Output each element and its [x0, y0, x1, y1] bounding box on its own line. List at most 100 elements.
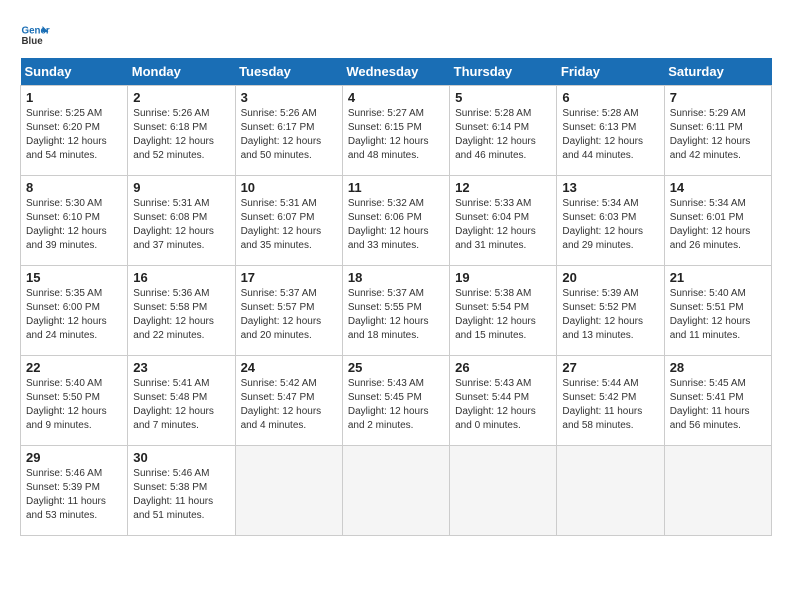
calendar-cell: 19 Sunrise: 5:38 AM Sunset: 5:54 PM Dayli…: [450, 266, 557, 356]
calendar-cell: 6 Sunrise: 5:28 AM Sunset: 6:13 PM Daylig…: [557, 86, 664, 176]
day-number: 8: [26, 180, 122, 195]
day-header-thursday: Thursday: [450, 58, 557, 86]
calendar-cell: 18 Sunrise: 5:37 AM Sunset: 5:55 PM Dayli…: [342, 266, 449, 356]
day-number: 10: [241, 180, 337, 195]
calendar-cell: [557, 446, 664, 536]
calendar-cell: 24Sunrise: 5:42 AM Sunset: 5:47 PM Dayli…: [235, 356, 342, 446]
day-number: 27: [562, 360, 658, 375]
day-info: Sunrise: 5:41 AM Sunset: 5:48 PM Dayligh…: [133, 377, 229, 433]
day-number: 28: [670, 360, 766, 375]
day-number: 26: [455, 360, 551, 375]
day-number: 23: [133, 360, 229, 375]
day-info: Sunrise: 5:37 AM Sunset: 5:55 PM Dayligh…: [348, 287, 444, 343]
day-info: Sunrise: 5:33 AM Sunset: 6:04 PM Dayligh…: [455, 197, 551, 253]
logo-icon: General Blue: [20, 20, 50, 50]
day-info: Sunrise: 5:34 AM Sunset: 6:01 PM Dayligh…: [670, 197, 766, 253]
calendar-cell: 30 Sunrise: 5:46 AM Sunset: 5:38 PM Dayli…: [128, 446, 235, 536]
calendar-cell: 11 Sunrise: 5:32 AM Sunset: 6:06 PM Dayli…: [342, 176, 449, 266]
day-number: 21: [670, 270, 766, 285]
day-number: 15: [26, 270, 122, 285]
day-info: Sunrise: 5:31 AM Sunset: 6:08 PM Dayligh…: [133, 197, 229, 253]
calendar-cell: 5Sunrise: 5:28 AM Sunset: 6:14 PM Daylig…: [450, 86, 557, 176]
calendar-week-4: 22 Sunrise: 5:40 AM Sunset: 5:50 PM Dayli…: [21, 356, 772, 446]
calendar-cell: 15 Sunrise: 5:35 AM Sunset: 6:00 PM Dayli…: [21, 266, 128, 356]
calendar-cell: 9 Sunrise: 5:31 AM Sunset: 6:08 PM Daylig…: [128, 176, 235, 266]
day-info: Sunrise: 5:39 AM Sunset: 5:52 PM Dayligh…: [562, 287, 658, 343]
day-info: Sunrise: 5:36 AM Sunset: 5:58 PM Dayligh…: [133, 287, 229, 343]
day-info: Sunrise: 5:26 AM Sunset: 6:18 PM Dayligh…: [133, 107, 229, 163]
calendar-cell: [664, 446, 771, 536]
day-header-wednesday: Wednesday: [342, 58, 449, 86]
day-info: Sunrise: 5:45 AM Sunset: 5:41 PM Dayligh…: [670, 377, 766, 433]
calendar-header-row: SundayMondayTuesdayWednesdayThursdayFrid…: [21, 58, 772, 86]
calendar-cell: 10 Sunrise: 5:31 AM Sunset: 6:07 PM Dayli…: [235, 176, 342, 266]
calendar-cell: 20 Sunrise: 5:39 AM Sunset: 5:52 PM Dayli…: [557, 266, 664, 356]
calendar-cell: 26 Sunrise: 5:43 AM Sunset: 5:44 PM Dayli…: [450, 356, 557, 446]
day-number: 4: [348, 90, 444, 105]
calendar-cell: 12 Sunrise: 5:33 AM Sunset: 6:04 PM Dayli…: [450, 176, 557, 266]
day-info: Sunrise: 5:34 AM Sunset: 6:03 PM Dayligh…: [562, 197, 658, 253]
calendar-body: 1 Sunrise: 5:25 AM Sunset: 6:20 PM Daylig…: [21, 86, 772, 536]
calendar-week-1: 1 Sunrise: 5:25 AM Sunset: 6:20 PM Daylig…: [21, 86, 772, 176]
day-header-tuesday: Tuesday: [235, 58, 342, 86]
day-info: Sunrise: 5:43 AM Sunset: 5:45 PM Dayligh…: [348, 377, 444, 433]
svg-text:Blue: Blue: [22, 36, 44, 47]
day-number: 13: [562, 180, 658, 195]
day-number: 17: [241, 270, 337, 285]
day-number: 30: [133, 450, 229, 465]
day-header-monday: Monday: [128, 58, 235, 86]
day-number: 18: [348, 270, 444, 285]
day-info: Sunrise: 5:28 AM Sunset: 6:14 PM Dayligh…: [455, 107, 551, 163]
day-header-saturday: Saturday: [664, 58, 771, 86]
day-number: 7: [670, 90, 766, 105]
calendar-week-2: 8 Sunrise: 5:30 AM Sunset: 6:10 PM Daylig…: [21, 176, 772, 266]
day-number: 2: [133, 90, 229, 105]
day-info: Sunrise: 5:46 AM Sunset: 5:39 PM Dayligh…: [26, 467, 122, 523]
day-number: 25: [348, 360, 444, 375]
day-number: 24: [241, 360, 337, 375]
day-info: Sunrise: 5:30 AM Sunset: 6:10 PM Dayligh…: [26, 197, 122, 253]
day-info: Sunrise: 5:25 AM Sunset: 6:20 PM Dayligh…: [26, 107, 122, 163]
day-info: Sunrise: 5:28 AM Sunset: 6:13 PM Dayligh…: [562, 107, 658, 163]
calendar-cell: 17Sunrise: 5:37 AM Sunset: 5:57 PM Dayli…: [235, 266, 342, 356]
day-number: 11: [348, 180, 444, 195]
calendar-cell: 8 Sunrise: 5:30 AM Sunset: 6:10 PM Daylig…: [21, 176, 128, 266]
calendar-week-5: 29Sunrise: 5:46 AM Sunset: 5:39 PM Dayli…: [21, 446, 772, 536]
day-info: Sunrise: 5:43 AM Sunset: 5:44 PM Dayligh…: [455, 377, 551, 433]
day-number: 1: [26, 90, 122, 105]
day-number: 12: [455, 180, 551, 195]
calendar-cell: 28 Sunrise: 5:45 AM Sunset: 5:41 PM Dayli…: [664, 356, 771, 446]
calendar-cell: 23 Sunrise: 5:41 AM Sunset: 5:48 PM Dayli…: [128, 356, 235, 446]
day-info: Sunrise: 5:38 AM Sunset: 5:54 PM Dayligh…: [455, 287, 551, 343]
day-header-friday: Friday: [557, 58, 664, 86]
day-info: Sunrise: 5:32 AM Sunset: 6:06 PM Dayligh…: [348, 197, 444, 253]
day-number: 20: [562, 270, 658, 285]
day-number: 19: [455, 270, 551, 285]
calendar-cell: 3 Sunrise: 5:26 AM Sunset: 6:17 PM Daylig…: [235, 86, 342, 176]
calendar-cell: 29Sunrise: 5:46 AM Sunset: 5:39 PM Dayli…: [21, 446, 128, 536]
calendar-cell: 14Sunrise: 5:34 AM Sunset: 6:01 PM Dayli…: [664, 176, 771, 266]
day-number: 22: [26, 360, 122, 375]
calendar-cell: 1 Sunrise: 5:25 AM Sunset: 6:20 PM Daylig…: [21, 86, 128, 176]
calendar-cell: 2 Sunrise: 5:26 AM Sunset: 6:18 PM Daylig…: [128, 86, 235, 176]
day-number: 9: [133, 180, 229, 195]
day-info: Sunrise: 5:35 AM Sunset: 6:00 PM Dayligh…: [26, 287, 122, 343]
calendar-cell: 22 Sunrise: 5:40 AM Sunset: 5:50 PM Dayli…: [21, 356, 128, 446]
calendar-cell: 7Sunrise: 5:29 AM Sunset: 6:11 PM Daylig…: [664, 86, 771, 176]
calendar-cell: 25 Sunrise: 5:43 AM Sunset: 5:45 PM Dayli…: [342, 356, 449, 446]
day-info: Sunrise: 5:31 AM Sunset: 6:07 PM Dayligh…: [241, 197, 337, 253]
calendar-cell: 16 Sunrise: 5:36 AM Sunset: 5:58 PM Dayli…: [128, 266, 235, 356]
day-info: Sunrise: 5:40 AM Sunset: 5:50 PM Dayligh…: [26, 377, 122, 433]
day-number: 16: [133, 270, 229, 285]
calendar-cell: [342, 446, 449, 536]
day-info: Sunrise: 5:44 AM Sunset: 5:42 PM Dayligh…: [562, 377, 658, 433]
calendar-cell: [235, 446, 342, 536]
page-header: General Blue: [20, 20, 772, 50]
day-number: 3: [241, 90, 337, 105]
calendar-cell: 21Sunrise: 5:40 AM Sunset: 5:51 PM Dayli…: [664, 266, 771, 356]
calendar-table: SundayMondayTuesdayWednesdayThursdayFrid…: [20, 58, 772, 536]
day-number: 6: [562, 90, 658, 105]
calendar-cell: 27 Sunrise: 5:44 AM Sunset: 5:42 PM Dayli…: [557, 356, 664, 446]
day-info: Sunrise: 5:46 AM Sunset: 5:38 PM Dayligh…: [133, 467, 229, 523]
day-info: Sunrise: 5:26 AM Sunset: 6:17 PM Dayligh…: [241, 107, 337, 163]
